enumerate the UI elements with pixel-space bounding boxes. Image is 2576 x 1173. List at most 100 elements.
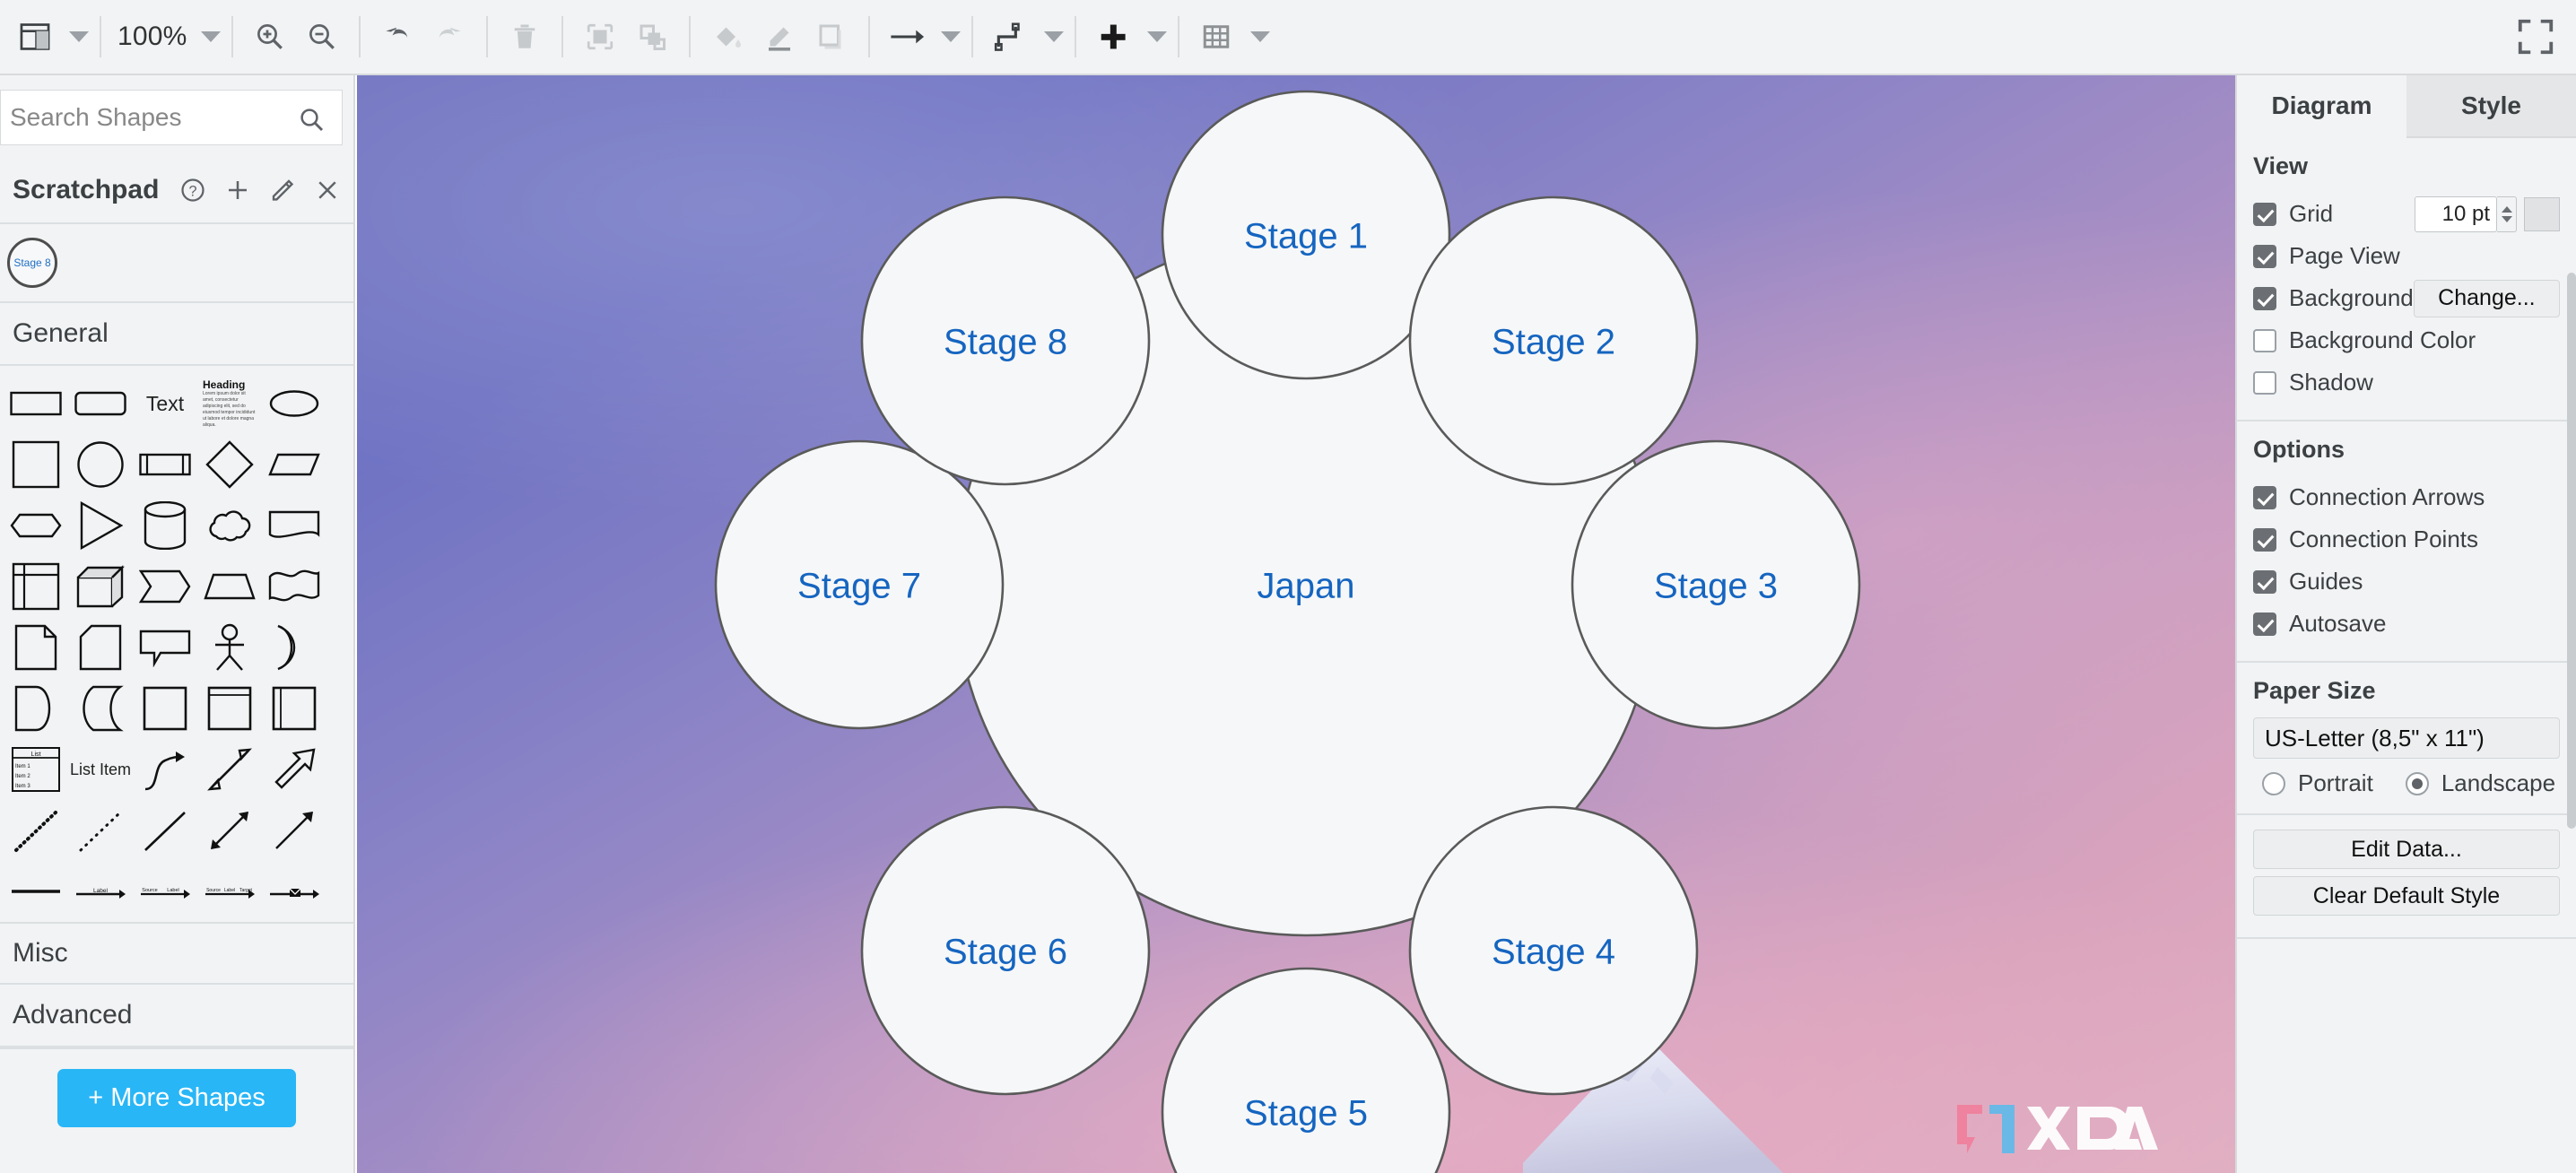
redo-button[interactable] xyxy=(423,8,475,65)
undo-button[interactable] xyxy=(371,8,423,65)
shape-parallelogram[interactable] xyxy=(262,434,326,495)
zoom-level-label[interactable]: 100% xyxy=(112,22,193,52)
zoom-out-button[interactable] xyxy=(296,8,348,65)
shadow-checkbox[interactable] xyxy=(2253,370,2276,395)
grid-checkbox[interactable] xyxy=(2253,202,2276,226)
more-shapes-button[interactable]: + More Shapes xyxy=(57,1068,296,1127)
shape-rectangle[interactable] xyxy=(4,373,68,434)
background-checkbox[interactable] xyxy=(2253,286,2276,310)
fullscreen-button[interactable] xyxy=(2515,16,2556,57)
close-icon[interactable] xyxy=(314,177,341,204)
shape-internal-storage[interactable] xyxy=(4,556,68,617)
shape-plain-line[interactable] xyxy=(4,861,68,922)
shape-labeled-arrow[interactable]: Label xyxy=(68,861,133,922)
connection-style-button[interactable] xyxy=(881,8,933,65)
shape-list[interactable]: List Item 1 Item 2 Item 3 xyxy=(4,739,68,800)
page-view-checkbox[interactable] xyxy=(2253,244,2276,268)
connection-style-dropdown[interactable] xyxy=(940,31,961,42)
shape-cloud[interactable] xyxy=(197,495,262,556)
shape-data-storage[interactable] xyxy=(4,678,68,739)
shape-triangle[interactable] xyxy=(68,495,133,556)
shape-named-arrow[interactable]: Source Label Target xyxy=(197,861,262,922)
delete-button[interactable] xyxy=(499,8,551,65)
panel-layout-dropdown[interactable] xyxy=(69,31,89,42)
grid-color-swatch[interactable] xyxy=(2524,196,2560,231)
shape-dotted-line[interactable] xyxy=(4,800,68,861)
shape-tape[interactable] xyxy=(262,556,326,617)
shape-or[interactable] xyxy=(262,617,326,678)
shape-list-item[interactable]: List Item xyxy=(68,739,133,800)
shape-note[interactable] xyxy=(4,617,68,678)
sidebar-section-advanced[interactable]: Advanced xyxy=(0,985,353,1047)
shape-horizontal-container[interactable] xyxy=(262,678,326,739)
shape-message-arrow[interactable] xyxy=(262,861,326,922)
waypoints-button[interactable] xyxy=(984,8,1036,65)
cycle-diagram[interactable]: Japan Stage 1 Stage 2 Stage 3 Stage 4 St… xyxy=(357,75,2235,1173)
search-icon[interactable] xyxy=(297,105,326,138)
table-button[interactable] xyxy=(1190,8,1242,65)
shape-cube[interactable] xyxy=(68,556,133,617)
stepper-up-icon[interactable] xyxy=(2501,205,2512,213)
grid-size-input[interactable]: 10 pt xyxy=(2415,196,2497,232)
connection-arrows-checkbox[interactable] xyxy=(2253,485,2276,509)
shape-directional-line[interactable] xyxy=(262,800,326,861)
shape-block-arrow[interactable] xyxy=(262,739,326,800)
insert-dropdown[interactable] xyxy=(1146,31,1167,42)
bring-to-front-button[interactable] xyxy=(574,8,626,65)
zoom-in-button[interactable] xyxy=(244,8,296,65)
shape-vertical-container[interactable] xyxy=(197,678,262,739)
fill-color-button[interactable] xyxy=(701,8,753,65)
clear-default-style-button[interactable]: Clear Default Style xyxy=(2253,876,2560,916)
shape-document[interactable] xyxy=(262,495,326,556)
shape-hexagon[interactable] xyxy=(4,495,68,556)
zoom-dropdown[interactable] xyxy=(200,31,221,42)
shape-rounded-rectangle[interactable] xyxy=(68,373,133,434)
panel-scrollbar[interactable] xyxy=(2567,273,2576,829)
shape-actor[interactable] xyxy=(197,617,262,678)
background-change-button[interactable]: Change... xyxy=(2413,279,2560,317)
shape-diamond[interactable] xyxy=(197,434,262,495)
panel-layout-button[interactable] xyxy=(9,8,61,65)
shadow-button[interactable] xyxy=(805,8,857,65)
sidebar-section-misc[interactable]: Misc xyxy=(0,922,353,985)
shape-text[interactable]: Text xyxy=(133,373,197,434)
shape-cylinder[interactable] xyxy=(133,495,197,556)
edit-data-button[interactable]: Edit Data... xyxy=(2253,830,2560,869)
help-icon[interactable]: ? xyxy=(179,177,206,204)
shape-dashed-line[interactable] xyxy=(68,800,133,861)
node-stage-5[interactable] xyxy=(1161,967,1451,1173)
shape-textbox[interactable]: Heading Lorem ipsum dolor sit amet, cons… xyxy=(197,373,262,434)
table-dropdown[interactable] xyxy=(1249,31,1270,42)
shape-container[interactable] xyxy=(133,678,197,739)
landscape-radio[interactable] xyxy=(2405,771,2429,795)
shape-trapezoid[interactable] xyxy=(197,556,262,617)
send-to-back-button[interactable] xyxy=(626,8,678,65)
waypoints-dropdown[interactable] xyxy=(1043,31,1064,42)
diagram-canvas[interactable]: Japan Stage 1 Stage 2 Stage 3 Stage 4 St… xyxy=(357,75,2235,1173)
tab-diagram[interactable]: Diagram xyxy=(2237,75,2406,138)
shape-source-target-arrow[interactable]: Source Label xyxy=(133,861,197,922)
paper-size-select[interactable]: US-Letter (8,5" x 11") xyxy=(2253,717,2560,759)
shape-delay[interactable] xyxy=(68,678,133,739)
tab-style[interactable]: Style xyxy=(2406,75,2576,138)
line-color-button[interactable] xyxy=(753,8,805,65)
guides-checkbox[interactable] xyxy=(2253,569,2276,594)
shape-square[interactable] xyxy=(4,434,68,495)
shape-line[interactable] xyxy=(133,800,197,861)
shape-card[interactable] xyxy=(68,617,133,678)
background-color-checkbox[interactable] xyxy=(2253,328,2276,352)
shape-callout[interactable] xyxy=(133,617,197,678)
sidebar-section-general[interactable]: General xyxy=(0,303,353,366)
shape-process[interactable] xyxy=(133,434,197,495)
shape-step[interactable] xyxy=(133,556,197,617)
shape-bidirectional-line[interactable] xyxy=(197,800,262,861)
portrait-radio[interactable] xyxy=(2262,771,2285,795)
pencil-icon[interactable] xyxy=(269,177,296,204)
shape-double-arrow[interactable] xyxy=(197,739,262,800)
shape-curved-arrow[interactable] xyxy=(133,739,197,800)
grid-size-stepper[interactable] xyxy=(2497,196,2517,232)
insert-button[interactable] xyxy=(1087,8,1139,65)
connection-points-checkbox[interactable] xyxy=(2253,527,2276,552)
stepper-down-icon[interactable] xyxy=(2501,215,2512,222)
shape-circle[interactable] xyxy=(68,434,133,495)
